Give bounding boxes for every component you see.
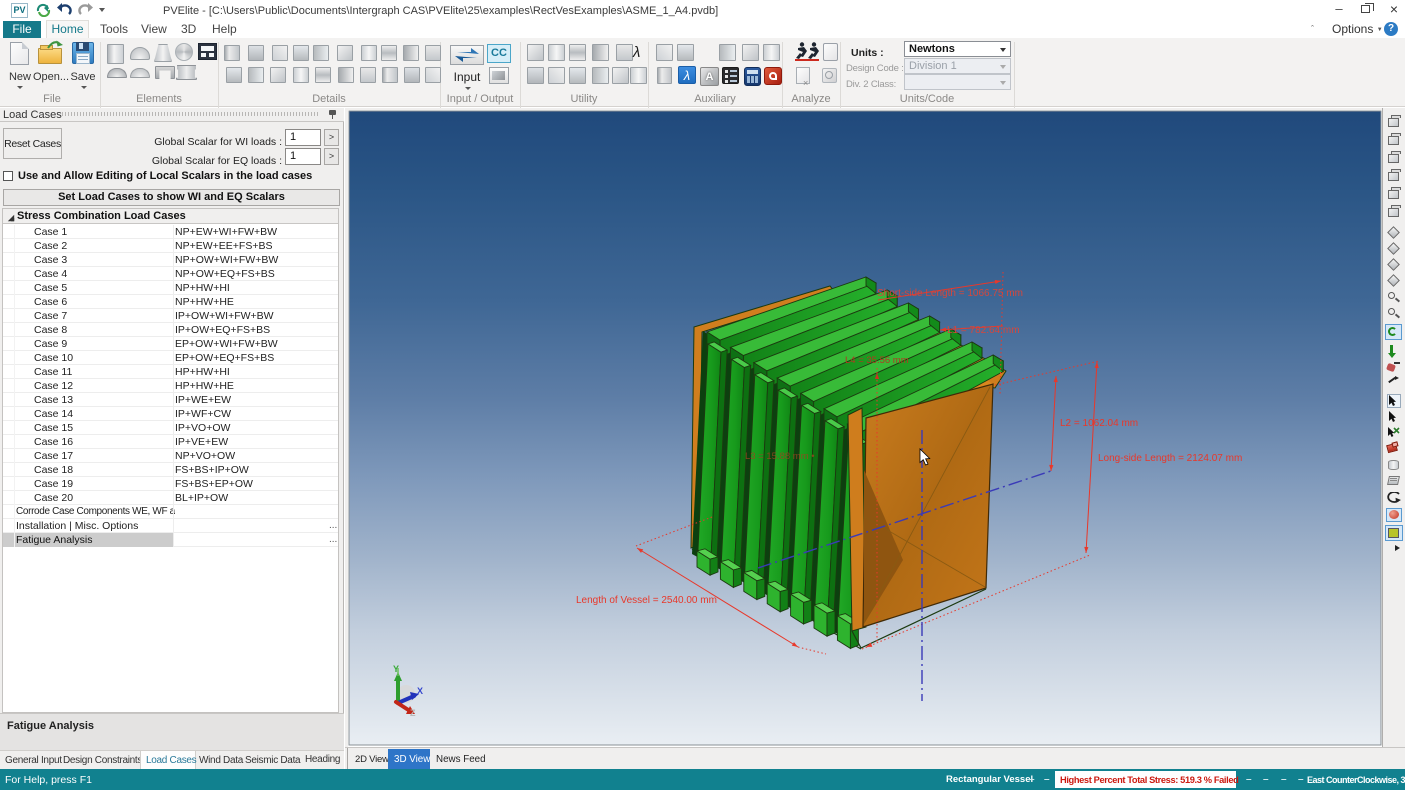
svg-text:Z: Z xyxy=(410,708,416,718)
svg-text:L1 = 782.64 mm: L1 = 782.64 mm xyxy=(947,325,1020,336)
svg-text:Y: Y xyxy=(393,664,399,674)
svg-text:Length of Vessel = 2540.00 mm: Length of Vessel = 2540.00 mm xyxy=(576,595,717,606)
svg-text:L4 = 35.56 mm: L4 = 35.56 mm xyxy=(845,355,909,366)
svg-text:L2 = 1062.04 mm: L2 = 1062.04 mm xyxy=(1060,418,1138,429)
svg-text:L3 = 15.88 mm •: L3 = 15.88 mm • xyxy=(745,451,815,462)
svg-text:Short-side Length = 1066.75 mm: Short-side Length = 1066.75 mm xyxy=(877,288,1023,299)
svg-text:X: X xyxy=(417,686,423,696)
svg-text:Long-side Length = 2124.07 mm: Long-side Length = 2124.07 mm xyxy=(1098,453,1242,464)
